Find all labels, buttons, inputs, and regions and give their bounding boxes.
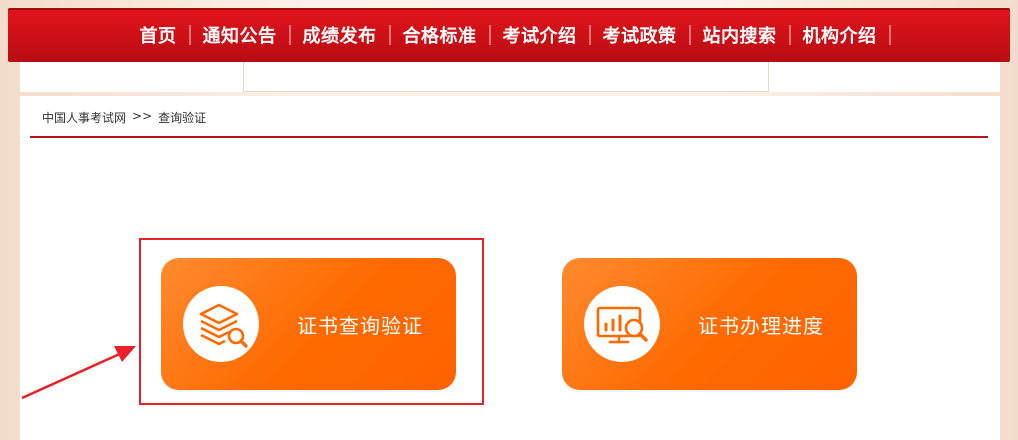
pointer-arrow-annotation: [21, 346, 136, 400]
